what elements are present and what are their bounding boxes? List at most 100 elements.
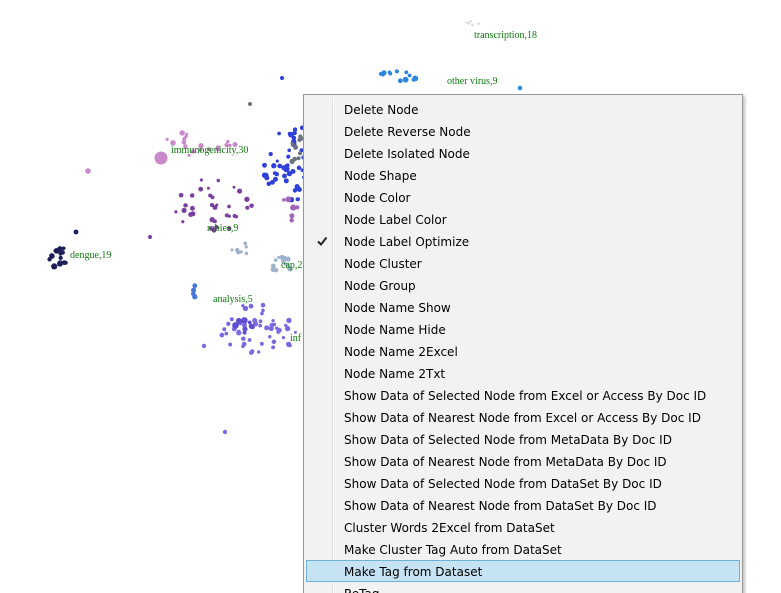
graph-node[interactable] — [244, 245, 248, 249]
graph-node[interactable] — [182, 136, 187, 141]
menu-item-node-label-optimize[interactable]: Node Label Optimize — [306, 230, 740, 252]
graph-node[interactable] — [222, 327, 227, 332]
graph-node[interactable] — [243, 241, 248, 246]
graph-node[interactable] — [228, 342, 233, 347]
graph-node[interactable] — [226, 321, 231, 326]
graph-node[interactable] — [174, 210, 178, 214]
graph-node[interactable] — [185, 132, 189, 136]
graph-node[interactable] — [289, 213, 295, 219]
menu-item-node-name-2excel[interactable]: Node Name 2Excel — [306, 340, 740, 362]
graph-node[interactable] — [280, 76, 284, 80]
graph-node[interactable] — [209, 217, 215, 223]
graph-node[interactable] — [230, 248, 234, 252]
graph-node[interactable] — [273, 176, 278, 182]
graph-node[interactable] — [388, 71, 393, 76]
graph-node[interactable] — [477, 22, 480, 26]
graph-node[interactable] — [260, 311, 264, 316]
graph-node[interactable] — [397, 78, 403, 84]
graph-node[interactable] — [296, 188, 300, 192]
graph-node[interactable] — [271, 345, 276, 350]
graph-node[interactable] — [239, 250, 243, 254]
graph-node[interactable] — [258, 323, 263, 328]
graph-node[interactable] — [402, 76, 409, 83]
graph-node[interactable] — [222, 429, 228, 435]
graph-node[interactable] — [227, 204, 231, 209]
graph-node[interactable] — [189, 193, 195, 198]
menu-item-delete-isolated-node[interactable]: Delete Isolated Node — [306, 142, 740, 164]
graph-node[interactable] — [53, 249, 57, 253]
graph-node[interactable] — [258, 319, 263, 324]
graph-node[interactable] — [269, 322, 275, 328]
graph-node[interactable] — [224, 213, 229, 218]
graph-node[interactable] — [271, 163, 277, 169]
graph-node[interactable] — [247, 320, 252, 325]
menu-item-node-name-show[interactable]: Node Name Show — [306, 296, 740, 318]
graph-node[interactable] — [284, 325, 291, 332]
graph-node[interactable] — [282, 198, 286, 202]
graph-node[interactable] — [264, 175, 270, 181]
graph-node[interactable] — [189, 205, 195, 211]
graph-node[interactable] — [61, 246, 66, 251]
graph-node[interactable] — [257, 350, 261, 354]
graph-node[interactable] — [216, 178, 221, 183]
graph-node[interactable] — [192, 283, 198, 289]
graph-node[interactable] — [241, 344, 245, 349]
graph-node[interactable] — [61, 260, 67, 265]
menu-item-node-color[interactable]: Node Color — [306, 186, 740, 208]
graph-node[interactable] — [241, 336, 246, 341]
graph-node[interactable] — [85, 168, 91, 174]
graph-node[interactable] — [250, 349, 255, 354]
graph-node[interactable] — [287, 148, 292, 153]
graph-node[interactable] — [235, 317, 242, 324]
graph-node[interactable] — [51, 263, 58, 270]
graph-node[interactable] — [235, 248, 239, 252]
menu-item-node-group[interactable]: Node Group — [306, 274, 740, 296]
graph-node[interactable] — [244, 251, 249, 256]
graph-node[interactable] — [242, 330, 247, 335]
graph-node[interactable] — [262, 162, 267, 168]
graph-node[interactable] — [281, 335, 286, 340]
menu-item-make-tag-from-dataset[interactable]: Make Tag from Dataset — [306, 560, 740, 582]
graph-node[interactable] — [289, 158, 295, 165]
graph-node[interactable] — [58, 260, 63, 264]
menu-item-node-cluster[interactable]: Node Cluster — [306, 252, 740, 274]
menu-item-cluster-words-2excel-from-dataset[interactable]: Cluster Words 2Excel from DataSet — [306, 516, 740, 538]
graph-node[interactable] — [298, 151, 303, 156]
graph-node[interactable] — [183, 203, 188, 208]
graph-node[interactable] — [295, 205, 300, 210]
graph-node[interactable] — [248, 102, 252, 106]
network-graph-canvas[interactable]: transcription,18 other virus,9 immunogenic… — [0, 0, 781, 593]
menu-item-node-name-2txt[interactable]: Node Name 2Txt — [306, 362, 740, 384]
graph-node[interactable] — [260, 302, 266, 308]
graph-node[interactable] — [276, 330, 281, 334]
graph-node[interactable] — [289, 218, 294, 223]
graph-node[interactable] — [198, 186, 204, 192]
graph-node[interactable] — [381, 70, 387, 76]
graph-node[interactable] — [296, 165, 302, 171]
graph-node[interactable] — [290, 169, 295, 173]
graph-node[interactable] — [277, 163, 283, 169]
graph-node[interactable] — [58, 255, 63, 261]
menu-item-delete-reverse-node[interactable]: Delete Reverse Node — [306, 120, 740, 142]
menu-item-retag[interactable]: ReTag — [306, 582, 740, 593]
graph-node[interactable] — [282, 173, 287, 179]
graph-node[interactable] — [290, 141, 294, 145]
menu-item-show-data-of-selected-node-from-metadata-by-doc-id[interactable]: Show Data of Selected Node from MetaData… — [306, 428, 740, 450]
graph-node[interactable] — [261, 308, 265, 313]
graph-node[interactable] — [404, 70, 409, 75]
graph-node[interactable] — [296, 197, 300, 202]
graph-node[interactable] — [283, 166, 290, 172]
graph-node[interactable] — [244, 196, 250, 202]
graph-node[interactable] — [286, 154, 291, 159]
menu-item-delete-node[interactable]: Delete Node — [306, 98, 740, 120]
graph-node[interactable] — [73, 229, 79, 235]
menu-item-show-data-of-nearest-node-from-metadata-by-doc-id[interactable]: Show Data of Nearest Node from MetaData … — [306, 450, 740, 472]
graph-node[interactable] — [57, 246, 63, 252]
menu-item-show-data-of-nearest-node-from-dataset-by-doc-id[interactable]: Show Data of Nearest Node from DataSet B… — [306, 494, 740, 516]
graph-node[interactable] — [148, 235, 152, 239]
graph-node[interactable] — [191, 291, 196, 297]
graph-node[interactable] — [226, 139, 230, 144]
graph-node[interactable] — [277, 131, 281, 136]
graph-node[interactable] — [259, 341, 264, 346]
graph-node[interactable] — [199, 178, 203, 182]
